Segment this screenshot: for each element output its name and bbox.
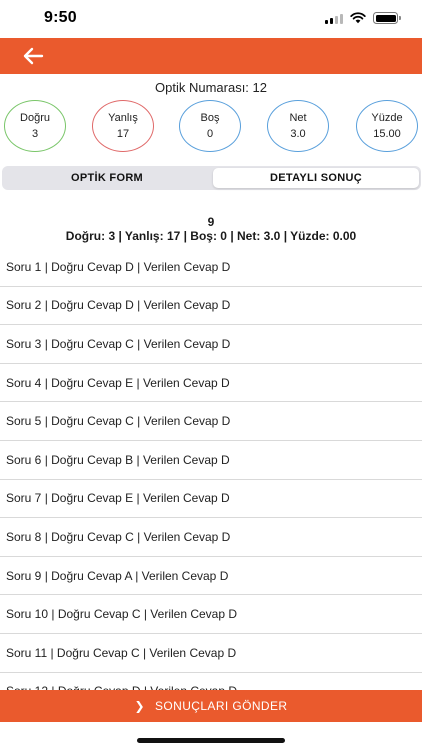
stat-correct-value: 3 <box>31 128 39 140</box>
list-item: Soru 4 | Doğru Cevap E | Verilen Cevap D <box>0 364 422 403</box>
list-item: Soru 7 | Doğru Cevap E | Verilen Cevap D <box>0 480 422 519</box>
list-item: Soru 3 | Doğru Cevap C | Verilen Cevap D <box>0 325 422 364</box>
list-item: Soru 1 | Doğru Cevap D | Verilen Cevap D <box>0 248 422 287</box>
stat-empty-label: Boş <box>200 112 220 124</box>
list-item: Soru 8 | Doğru Cevap C | Verilen Cevap D <box>0 518 422 557</box>
stat-correct: Doğru 3 <box>4 100 66 152</box>
stat-empty-value: 0 <box>206 128 214 140</box>
status-time: 9:50 <box>44 9 77 26</box>
stat-empty: Boş 0 <box>179 100 241 152</box>
home-indicator <box>137 738 285 743</box>
list-item: Soru 9 | Doğru Cevap A | Verilen Cevap D <box>0 557 422 596</box>
stat-net: Net 3.0 <box>267 100 329 152</box>
stat-wrong-label: Yanlış <box>108 112 138 124</box>
stat-percent-label: Yüzde <box>371 112 403 124</box>
tab-detailed-result[interactable]: DETAYLI SONUÇ <box>213 168 419 188</box>
list-item: Soru 11 | Doğru Cevap C | Verilen Cevap … <box>0 634 422 673</box>
stat-percent-value: 15.00 <box>373 128 401 140</box>
cellular-signal-icon <box>325 13 343 24</box>
stat-net-label: Net <box>289 112 307 124</box>
app-bar <box>0 38 422 74</box>
list-item: Soru 2 | Doğru Cevap D | Verilen Cevap D <box>0 287 422 326</box>
summary-count: 9 <box>207 215 215 229</box>
stat-wrong-value: 17 <box>116 128 130 140</box>
segmented-tabs: OPTİK FORM DETAYLI SONUÇ <box>2 166 421 190</box>
status-bar: 9:50 <box>0 0 422 38</box>
stat-wrong: Yanlış 17 <box>92 100 154 152</box>
stat-percent: Yüzde 15.00 <box>356 100 418 152</box>
chevron-right-icon: ❯ <box>134 699 146 713</box>
tab-optic-form[interactable]: OPTİK FORM <box>4 168 210 188</box>
answer-list[interactable]: Soru 1 | Doğru Cevap D | Verilen Cevap D… <box>0 248 422 690</box>
list-item: Soru 5 | Doğru Cevap C | Verilen Cevap D <box>0 402 422 441</box>
wifi-icon <box>350 12 366 24</box>
battery-icon <box>373 12 401 24</box>
list-item: Soru 12 | Doğru Cevap D | Verilen Cevap … <box>0 673 422 690</box>
stat-net-value: 3.0 <box>290 128 306 140</box>
stat-correct-label: Doğru <box>20 112 50 124</box>
list-item: Soru 6 | Doğru Cevap B | Verilen Cevap D <box>0 441 422 480</box>
list-item: Soru 10 | Doğru Cevap C | Verilen Cevap … <box>0 595 422 634</box>
arrow-left-icon <box>23 47 44 65</box>
submit-results-button[interactable]: ❯ SONUÇLARI GÖNDER <box>0 690 422 722</box>
submit-results-label: SONUÇLARI GÖNDER <box>155 699 288 713</box>
optic-number-title: Optik Numarası: 12 <box>155 80 267 95</box>
summary-line: Doğru: 3 | Yanlış: 17 | Boş: 0 | Net: 3.… <box>65 229 357 243</box>
status-icons <box>325 12 401 24</box>
back-button[interactable] <box>20 44 46 68</box>
